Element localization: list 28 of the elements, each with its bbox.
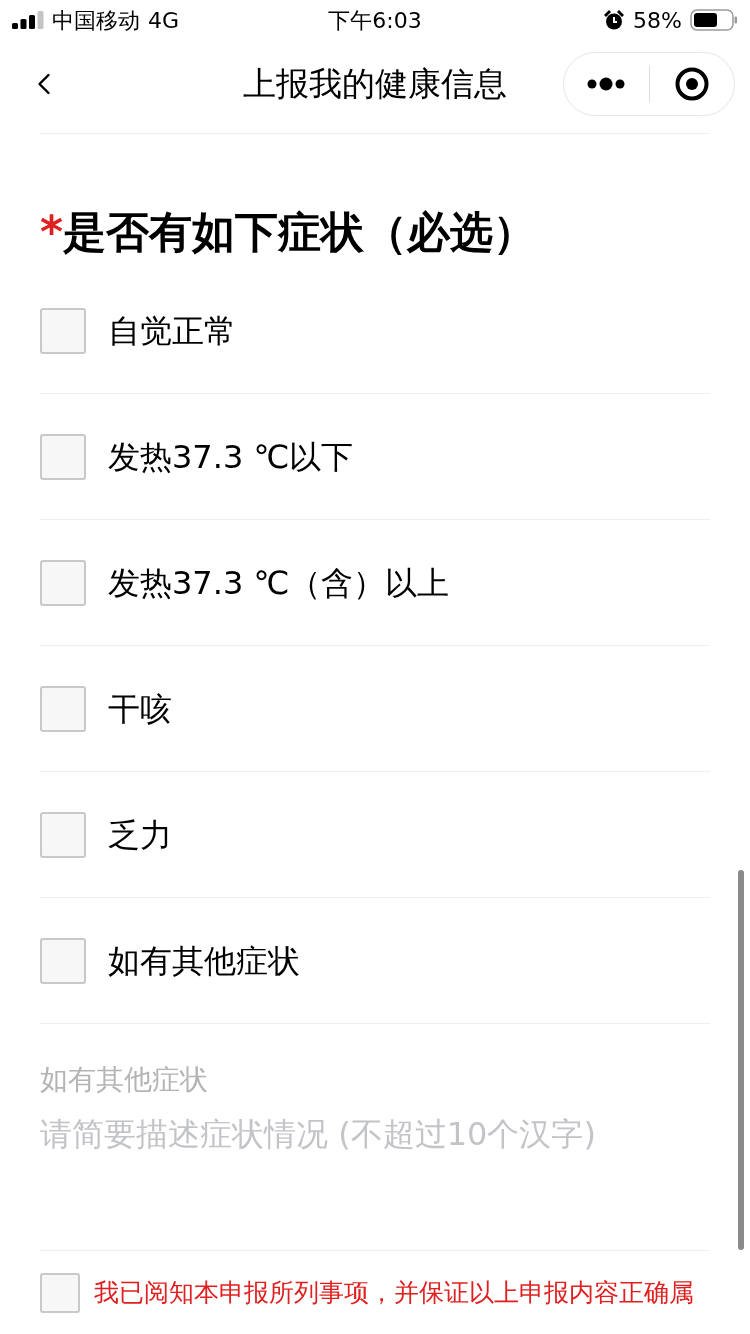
status-time: 下午6:03 xyxy=(328,6,422,35)
option-label: 发热37.3 ℃（含）以上 xyxy=(108,562,450,604)
symptom-input-field[interactable]: 请简要描述症状情况 (不超过10个汉字) xyxy=(40,1112,710,1230)
option-label: 干咳 xyxy=(108,688,172,730)
checkbox[interactable] xyxy=(40,685,86,732)
option-label: 乏力 xyxy=(108,814,172,856)
checkbox[interactable] xyxy=(40,559,86,606)
signal-icon xyxy=(12,11,44,29)
checkbox[interactable] xyxy=(40,937,86,984)
circle-dot-icon xyxy=(674,67,709,101)
option-label: 自觉正常 xyxy=(108,310,236,352)
alarm-clock-icon xyxy=(603,9,626,31)
battery-icon xyxy=(690,9,738,31)
option-label: 发热37.3 ℃以下 xyxy=(108,436,354,478)
agreement-text: 我已阅知本申报所列事项，并保证以上申报内容正确属 xyxy=(94,1277,694,1310)
checkbox[interactable] xyxy=(40,307,86,354)
checkbox[interactable] xyxy=(40,811,86,858)
question-title: 是否有如下症状（必选） xyxy=(63,206,536,258)
checkbox[interactable] xyxy=(40,433,86,480)
option-label: 如有其他症状 xyxy=(108,940,300,982)
battery-percent: 58% xyxy=(633,6,682,35)
page-title: 上报我的健康信息 xyxy=(243,63,507,106)
checkbox[interactable] xyxy=(40,1273,80,1313)
network-type: 4G xyxy=(148,6,180,35)
required-mark: * xyxy=(40,206,63,258)
carrier-name: 中国移动 xyxy=(52,6,140,35)
more-dots-icon xyxy=(587,77,626,91)
field-label: 如有其他症状 xyxy=(40,1062,208,1098)
